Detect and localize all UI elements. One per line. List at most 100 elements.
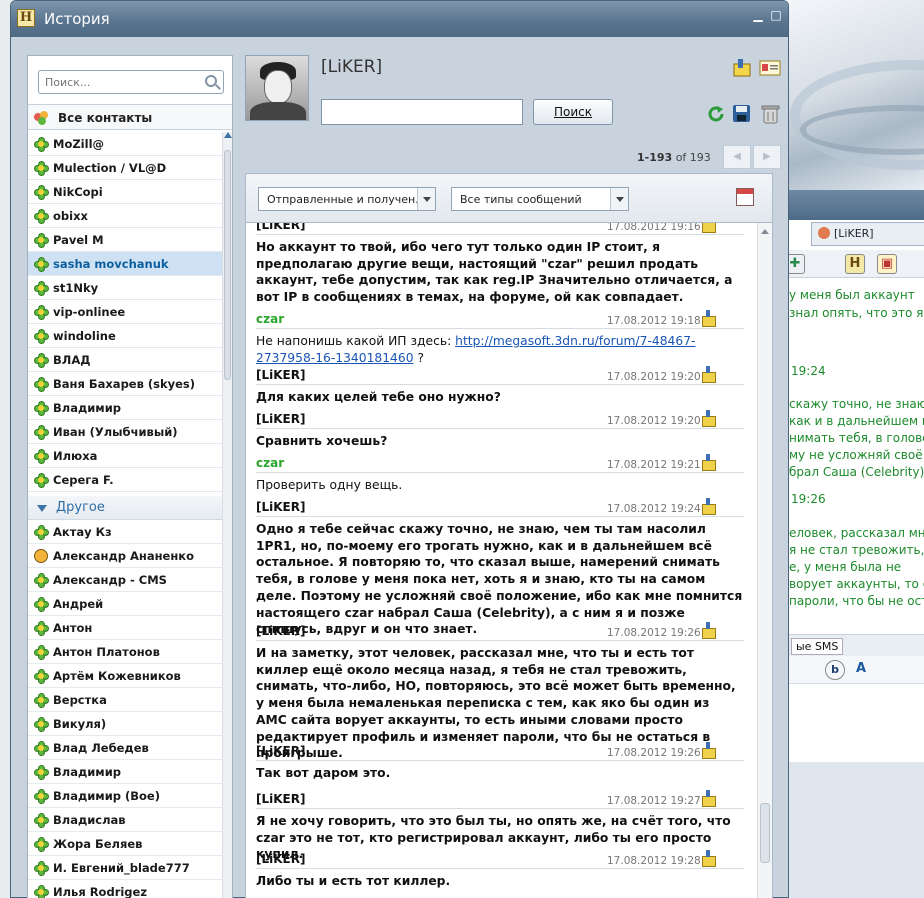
background-chat-tab[interactable]: [LiKER]: [811, 222, 924, 246]
scroll-thumb[interactable]: [760, 803, 770, 863]
message-action-icon[interactable]: [700, 850, 716, 867]
contact-item[interactable]: И. Евгений_blade777: [28, 856, 222, 880]
status-flower-icon: [34, 765, 49, 780]
contact-item[interactable]: Mulection / VL@D: [28, 156, 222, 180]
contact-item[interactable]: st1Nky: [28, 276, 222, 300]
calendar-icon[interactable]: [736, 188, 754, 206]
contact-item[interactable]: ВЛАД: [28, 348, 222, 372]
sms-tab-bar: ые SMS: [781, 634, 924, 656]
message-action-icon[interactable]: [700, 410, 716, 427]
contact-item[interactable]: Владимир: [28, 396, 222, 420]
collapse-icon[interactable]: [37, 505, 47, 512]
message-action-icon[interactable]: [700, 223, 716, 233]
contact-item[interactable]: Владислав: [28, 808, 222, 832]
contact-item[interactable]: Александр - CMS: [28, 568, 222, 592]
contact-item[interactable]: windoline: [28, 324, 222, 348]
icq-icon: [34, 549, 48, 563]
contact-item[interactable]: NikCopi: [28, 180, 222, 204]
contact-item[interactable]: Владимир (Вое): [28, 784, 222, 808]
contact-item[interactable]: Pavel M: [28, 228, 222, 252]
type-filter[interactable]: Все типы сообщений: [451, 187, 629, 211]
contact-item[interactable]: Илья Rodrigez: [28, 880, 222, 898]
messages-scrollbar[interactable]: [757, 223, 772, 898]
history-search-input[interactable]: [321, 99, 523, 125]
titlebar[interactable]: H История ▁ □: [11, 1, 788, 37]
direction-filter[interactable]: Отправленные и получен...: [258, 187, 436, 211]
contact-item[interactable]: Владимир: [28, 760, 222, 784]
contact-item[interactable]: Иван (Улыбчивый): [28, 420, 222, 444]
contact-item[interactable]: Верстка: [28, 688, 222, 712]
contact-search[interactable]: [38, 70, 224, 94]
group-header[interactable]: Другое: [28, 496, 222, 520]
direction-filter-value: Отправленные и получен...: [267, 193, 426, 206]
prev-page-button[interactable]: ◀: [723, 145, 751, 169]
contact-name: MoZill@: [53, 137, 105, 151]
refresh-icon[interactable]: [705, 104, 727, 124]
contact-item[interactable]: Артём Кожевников: [28, 664, 222, 688]
message-author: [LiKER]: [256, 852, 306, 866]
message-author: [LiKER]: [256, 368, 306, 382]
message-action-icon[interactable]: [700, 366, 716, 383]
history-icon[interactable]: H: [845, 254, 865, 274]
scroll-thumb[interactable]: [224, 150, 231, 380]
scroll-up-icon[interactable]: [761, 229, 769, 234]
contact-item[interactable]: Александр Ананенко: [28, 544, 222, 568]
contact-item[interactable]: Влад Лебедев: [28, 736, 222, 760]
notes-icon[interactable]: [732, 58, 754, 78]
save-icon[interactable]: [731, 104, 753, 124]
contact-name: st1Nky: [53, 281, 99, 295]
chat-line: знал опять, что это я.: [789, 306, 924, 320]
font-icon[interactable]: A: [851, 660, 871, 680]
contact-item[interactable]: Илюха: [28, 444, 222, 468]
search-icon[interactable]: [205, 75, 217, 87]
message-body: Одно я тебе сейчас скажу точно, не знаю,…: [256, 522, 743, 637]
message-action-icon[interactable]: [700, 454, 716, 471]
contact-item[interactable]: Антон: [28, 616, 222, 640]
message-action-icon[interactable]: [700, 790, 716, 807]
scroll-up-icon[interactable]: [224, 132, 232, 138]
next-page-button[interactable]: ▶: [753, 145, 781, 169]
chevron-down-icon[interactable]: [417, 188, 435, 210]
contact-name: Владимир: [53, 401, 121, 415]
contact-item[interactable]: Антон Платонов: [28, 640, 222, 664]
contact-item[interactable]: vip-onlinee: [28, 300, 222, 324]
message-header: [LiKER] 17.08.2012 19:20: [256, 366, 744, 385]
contact-name: Антон: [53, 621, 93, 635]
message-action-icon[interactable]: [700, 310, 716, 327]
bold-icon[interactable]: b: [825, 660, 845, 680]
contact-item[interactable]: Ваня Бахарев (skyes): [28, 372, 222, 396]
background-chat-window: [LiKER] ✚ H ▣ у меня был аккаунт знал оп…: [780, 190, 924, 898]
search-button[interactable]: Поиск: [533, 99, 613, 125]
chat-line: ворует аккаунты, то ес: [789, 577, 924, 591]
maximize-icon[interactable]: □: [769, 9, 783, 23]
contact-name: sasha movchanuk: [53, 257, 169, 271]
minimize-icon[interactable]: ▁: [751, 9, 765, 23]
contact-search-input[interactable]: [45, 74, 195, 90]
contact-item[interactable]: MoZill@: [28, 132, 222, 156]
contact-item[interactable]: Актау Кз: [28, 520, 222, 544]
contacts-scrollbar[interactable]: [222, 132, 232, 898]
delete-icon[interactable]: [760, 104, 782, 124]
contact-item[interactable]: sasha movchanuk: [28, 252, 222, 276]
sms-tab[interactable]: ые SMS: [791, 638, 844, 655]
chevron-down-icon[interactable]: [610, 188, 628, 210]
status-flower-icon: [34, 185, 49, 200]
contact-card-icon[interactable]: [759, 58, 781, 78]
contact-item[interactable]: obixx: [28, 204, 222, 228]
contact-item[interactable]: Серега F.: [28, 468, 222, 492]
contact-name: Артём Кожевников: [53, 669, 181, 683]
window-title: История: [44, 10, 110, 28]
contact-item[interactable]: Андрей: [28, 592, 222, 616]
message-action-icon[interactable]: [700, 622, 716, 639]
status-flower-icon: [34, 233, 49, 248]
message-action-icon[interactable]: [700, 742, 716, 759]
all-contacts-item[interactable]: Все контакты: [28, 104, 232, 130]
message-text: Одно я тебе сейчас скажу точно, не знаю,…: [256, 521, 744, 638]
contact-card-icon[interactable]: ▣: [877, 254, 897, 274]
message-action-icon[interactable]: [700, 498, 716, 515]
status-flower-icon: [34, 257, 49, 272]
status-flower-icon: [34, 669, 49, 684]
contact-item[interactable]: Жора Беляев: [28, 832, 222, 856]
message-body: Проверить одну вещь.: [256, 478, 403, 492]
contact-item[interactable]: Викуля): [28, 712, 222, 736]
